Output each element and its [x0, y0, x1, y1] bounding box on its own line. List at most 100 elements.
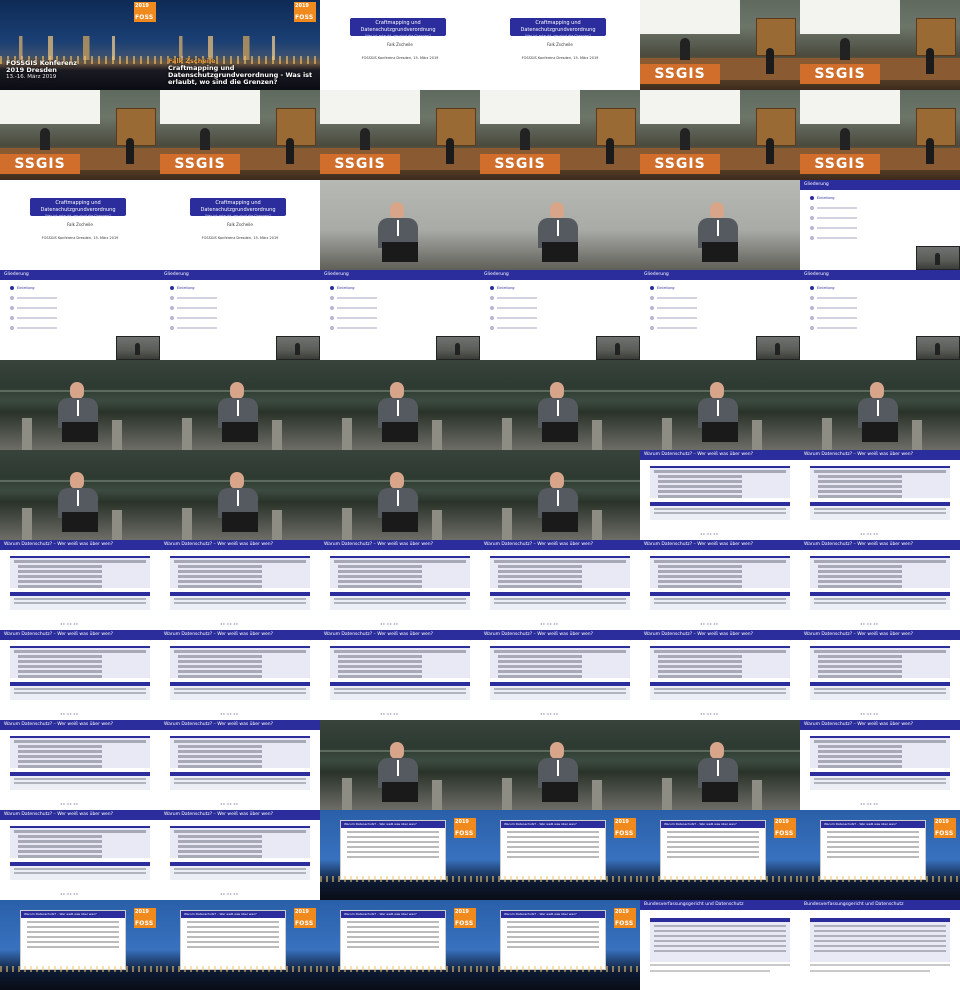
logo-text: FOSS	[135, 920, 154, 927]
door	[916, 18, 956, 56]
bullet-block	[490, 646, 630, 678]
beamer-nav-symbols: ◂ ▸ ◂ ▸ ◂ ▸	[860, 801, 879, 806]
slide-header: Gliederung	[320, 270, 480, 280]
text-line	[27, 926, 119, 928]
pillar	[22, 418, 32, 450]
slide-header-title: Warum Datenschutz? – Wer weiß was über w…	[164, 542, 274, 547]
projected-slide: Warum Datenschutz? – Wer weiß was über w…	[500, 820, 606, 880]
logo-text: FOSS	[135, 14, 154, 21]
podium	[542, 242, 578, 262]
beamer-nav-symbols: ◂ ▸ ◂ ▸ ◂ ▸	[220, 711, 239, 716]
projected-slide-title: Warum Datenschutz? – Wer weiß was über w…	[661, 821, 765, 828]
slide-header: Warum Datenschutz? – Wer weiß was über w…	[480, 630, 640, 640]
bullet-block	[10, 646, 150, 678]
podium	[382, 782, 418, 802]
text-line	[507, 831, 599, 833]
outline-item-faded	[810, 296, 857, 300]
text-line	[654, 688, 786, 690]
video-frame-thumbnail: Gliederung Einleitung	[0, 270, 160, 360]
slide-event: FOSSGIS Konferenz Dresden, 15. März 2019	[201, 236, 279, 240]
video-frame-thumbnail	[160, 450, 320, 540]
text-line	[658, 490, 742, 493]
outline-item-placeholder	[817, 317, 857, 319]
outline-bullet	[810, 306, 814, 310]
city-lights	[480, 876, 640, 882]
outline-bullet	[330, 316, 334, 320]
city-lights	[800, 876, 960, 882]
pillar	[662, 778, 672, 810]
text-line	[174, 830, 306, 833]
logo-year: 2019	[455, 909, 469, 915]
outline-item: Einleitung	[10, 286, 35, 290]
text-line	[494, 692, 626, 694]
logo-year: 2019	[135, 3, 149, 9]
fossgis-logo: 2019 FOSS	[614, 818, 636, 838]
text-line	[507, 846, 599, 848]
text-line	[27, 941, 119, 943]
outline-item-faded	[650, 296, 697, 300]
text-line	[347, 921, 439, 923]
text-line	[174, 560, 306, 563]
outline-item-faded	[650, 316, 697, 320]
text-line	[667, 836, 759, 838]
lanyard	[397, 490, 399, 506]
text-line	[814, 950, 946, 952]
conclusion-block	[170, 682, 310, 700]
text-line	[178, 760, 262, 763]
beamer-nav-symbols: ◂ ▸ ◂ ▸ ◂ ▸	[860, 711, 879, 716]
slide-heading: Craftmapping und Datenschutzgrundverordn…	[40, 200, 116, 213]
text-line	[658, 665, 742, 668]
text-line	[347, 936, 439, 938]
person-at-desk	[840, 38, 850, 60]
video-frame-thumbnail: 2019 FOSS FOSSGIS Konferenz 2019 Dresden 13.…	[0, 0, 160, 90]
text-line	[507, 941, 599, 943]
outline-bullet	[810, 286, 814, 290]
slide-title-box: Craftmapping und Datenschutzgrundverordn…	[190, 198, 286, 218]
beamer-nav-symbols: ◂ ▸ ◂ ▸ ◂ ▸	[540, 711, 559, 716]
lanyard	[237, 400, 239, 416]
bullet-block	[170, 556, 310, 588]
beamer-nav-symbols: ◂ ▸ ◂ ▸ ◂ ▸	[860, 621, 879, 626]
slide-header-title: Bundesverfassungsgericht und Datenschutz	[644, 902, 744, 907]
slide-header-title: Gliederung	[804, 272, 829, 277]
speaker-inset	[916, 336, 960, 360]
video-frame-thumbnail: Warum Datenschutz? – Wer weiß was über w…	[0, 630, 160, 720]
video-frame-thumbnail: Warum Datenschutz? – Wer weiß was über w…	[800, 540, 960, 630]
outline-bullet	[330, 326, 334, 330]
talk-title: Craftmapping und Datenschutzgrundverordn…	[168, 64, 313, 86]
conclusion-block	[810, 502, 950, 520]
projected-slide-title: Warum Datenschutz? – Wer weiß was über w…	[341, 911, 445, 918]
text-line	[814, 925, 946, 927]
pillar	[822, 418, 832, 450]
text-line	[507, 931, 599, 933]
text-line	[338, 570, 422, 573]
text-line	[178, 580, 262, 583]
outline-item-faded	[330, 296, 377, 300]
slide-header: Warum Datenschutz? – Wer weiß was über w…	[640, 630, 800, 640]
pillar	[662, 418, 672, 450]
outline-bullet	[330, 306, 334, 310]
text-line	[818, 565, 902, 568]
bullet-block	[650, 556, 790, 588]
outline-item-placeholder	[657, 297, 697, 299]
beamer-nav-symbols: ◂ ▸ ◂ ▸ ◂ ▸	[540, 621, 559, 626]
lanyard	[77, 400, 79, 416]
text-line	[827, 846, 919, 848]
text-line	[347, 931, 439, 933]
outline-item-label: Einleitung	[497, 286, 515, 290]
video-frame-thumbnail: Warum Datenschutz? – Wer weiß was über w…	[160, 900, 320, 990]
slide-header: Gliederung	[640, 270, 800, 280]
text-line	[334, 560, 466, 563]
speaker-head	[70, 382, 84, 399]
slide-header-title: Gliederung	[484, 272, 509, 277]
projected-slide: Warum Datenschutz? – Wer weiß was über w…	[660, 820, 766, 880]
text-line	[14, 602, 146, 604]
text-line	[507, 851, 599, 853]
slide-header: Gliederung	[800, 270, 960, 280]
beamer-nav-symbols: ◂ ▸ ◂ ▸ ◂ ▸	[220, 801, 239, 806]
text-line	[814, 602, 946, 604]
speaker-standing	[926, 48, 934, 74]
video-frame-thumbnail: Craftmapping und Datenschutzgrundverordn…	[0, 180, 160, 270]
outline-item-faded	[810, 316, 857, 320]
projected-slide: Warum Datenschutz? – Wer weiß was über w…	[820, 820, 926, 880]
